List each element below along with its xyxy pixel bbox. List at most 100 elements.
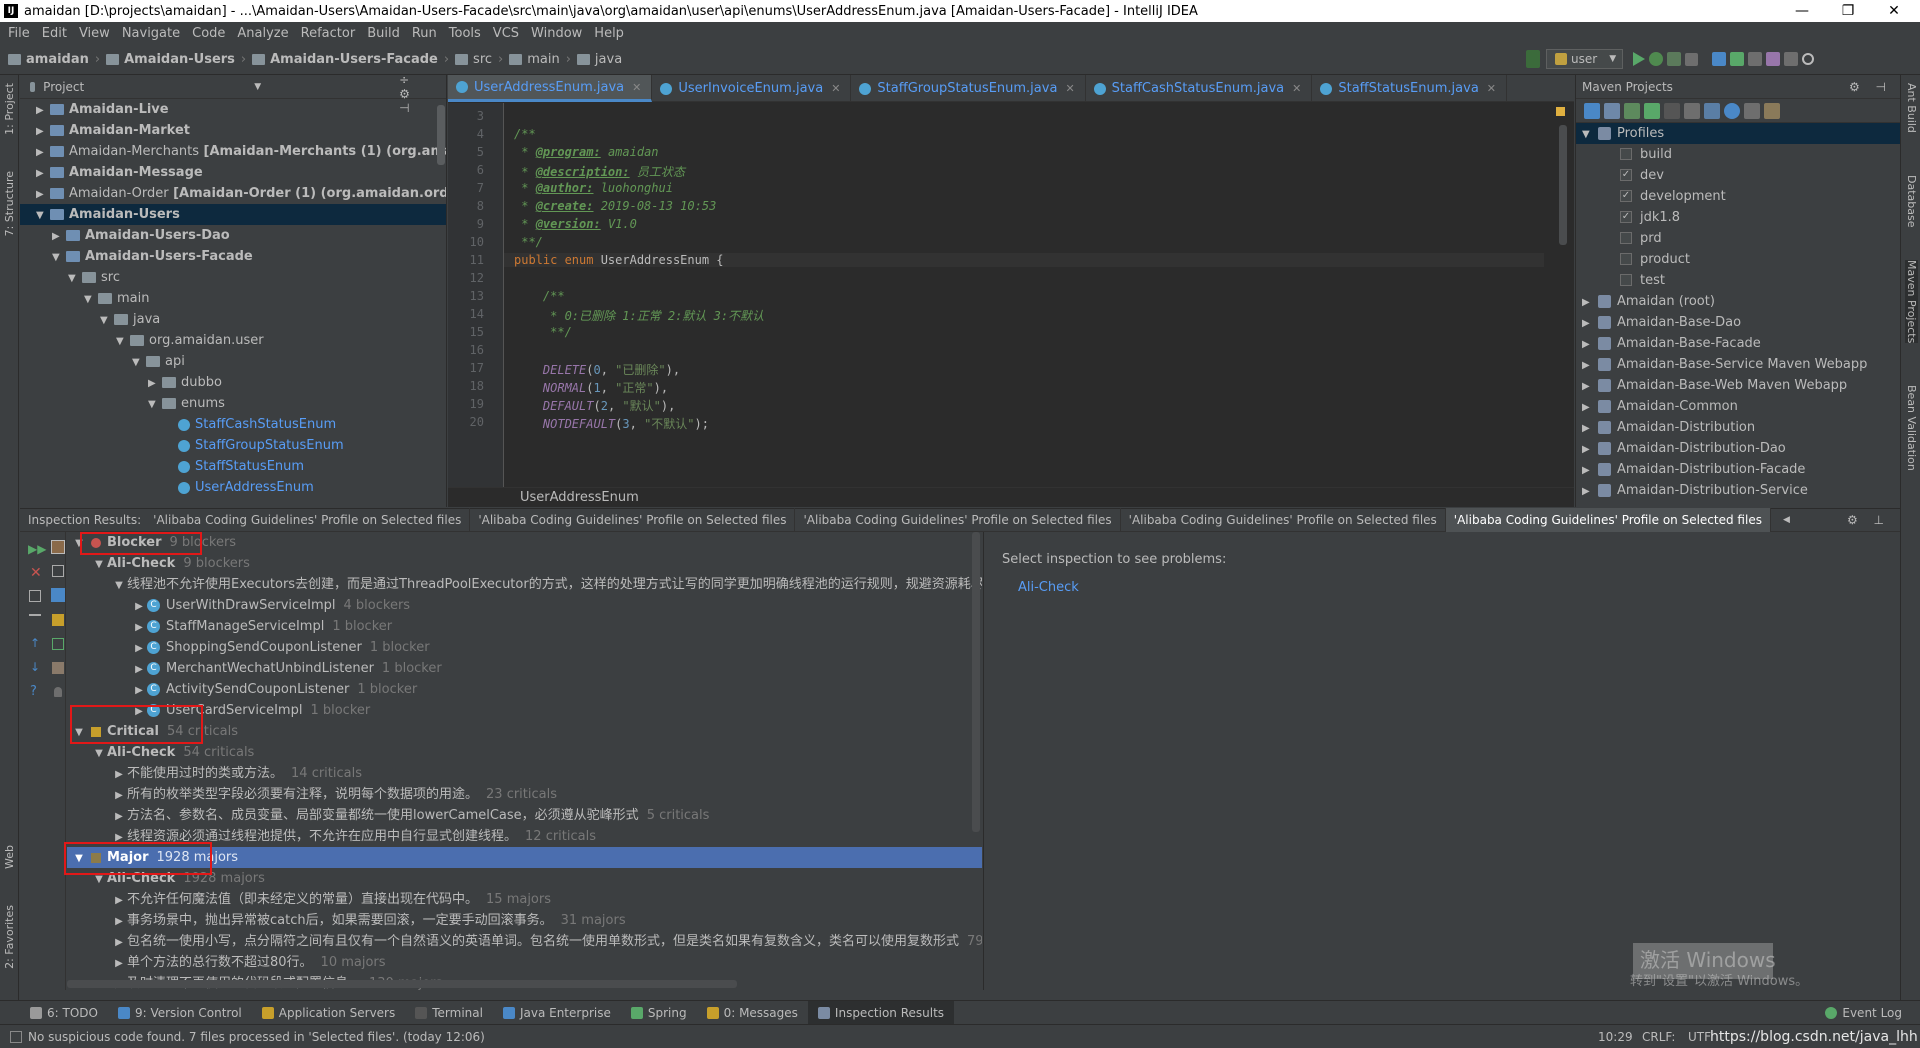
project-scrollbar[interactable] bbox=[437, 105, 445, 165]
export-icon[interactable] bbox=[52, 614, 64, 626]
collapsed-arrow-icon[interactable]: ▶ bbox=[1582, 334, 1598, 355]
event-log-tab[interactable]: Event Log bbox=[1815, 1001, 1912, 1025]
inspection-row[interactable]: ▶ C MerchantWechatUnbindListener 1 blocker bbox=[67, 658, 982, 679]
close-tab-icon[interactable]: ✕ bbox=[1065, 75, 1074, 102]
menu-code[interactable]: Code bbox=[186, 26, 231, 41]
maven-project-item[interactable]: ▶ Amaidan-Distribution bbox=[1576, 417, 1900, 438]
editor-scrollbar[interactable] bbox=[1559, 125, 1567, 245]
bottom-tab[interactable]: Java Enterprise bbox=[493, 1001, 621, 1025]
autoscroll-icon[interactable] bbox=[52, 638, 64, 650]
tab-database-vertical[interactable]: Database bbox=[1905, 175, 1918, 228]
maven-project-item[interactable]: ▶ Amaidan-Base-Facade bbox=[1576, 333, 1900, 354]
expanded-arrow-icon[interactable]: ▼ bbox=[91, 554, 107, 575]
inspection-row[interactable]: ▶ 所有的枚举类型字段必须要有注释，说明每个数据项的用途。 23 criticals bbox=[67, 784, 982, 805]
ali-check-link[interactable]: Ali-Check bbox=[1018, 580, 1079, 595]
maven-profile-item[interactable]: prd bbox=[1576, 228, 1900, 249]
bottom-tab[interactable]: Spring bbox=[621, 1001, 697, 1025]
inspection-settings-icon[interactable]: ⚙ ⊥ bbox=[1847, 513, 1890, 527]
bottom-tab[interactable]: Application Servers bbox=[252, 1001, 405, 1025]
vcs-commit-icon[interactable] bbox=[1730, 52, 1745, 66]
menu-file[interactable]: File bbox=[2, 26, 36, 41]
expanded-arrow-icon[interactable]: ▼ bbox=[148, 394, 162, 415]
collapsed-arrow-icon[interactable]: ▶ bbox=[131, 659, 147, 680]
maven-profiles-node[interactable]: ▼ Profiles bbox=[1576, 123, 1900, 144]
code-line[interactable]: * @description: 员工状态 bbox=[514, 163, 685, 180]
project-tree-item[interactable]: ▶ dubbo bbox=[20, 372, 446, 393]
maven-panel-settings-icon[interactable]: ⚙ ⊣ bbox=[1849, 80, 1892, 94]
inspection-row[interactable]: ▶ 不允许任何魔法值（即未经定义的常量）直接出现在代码中。 15 majors bbox=[67, 889, 982, 910]
code-line[interactable]: * 0:已删除 1:正常 2:默认 3:不默认 bbox=[514, 307, 764, 324]
edit-settings-icon[interactable] bbox=[52, 662, 64, 674]
project-tree-item[interactable]: ▶ Amaidan-Market bbox=[20, 120, 446, 141]
code-line[interactable]: /** bbox=[514, 289, 565, 303]
collapsed-arrow-icon[interactable]: ▶ bbox=[1582, 376, 1598, 397]
group-by-directory-icon[interactable] bbox=[52, 565, 64, 577]
minimize-button[interactable]: — bbox=[1780, 0, 1824, 22]
bottom-tab[interactable]: Terminal bbox=[405, 1001, 493, 1025]
breadcrumb-item[interactable]: src › bbox=[455, 52, 503, 67]
project-tree-item[interactable]: StaffCashStatusEnum bbox=[20, 414, 446, 435]
editor-tab[interactable]: StaffCashStatusEnum.java ✕ bbox=[1086, 75, 1313, 102]
maven-project-item[interactable]: ▶ Amaidan-Base-Dao bbox=[1576, 312, 1900, 333]
profile-checkbox[interactable]: ✓ bbox=[1620, 189, 1632, 202]
code-line[interactable]: DELETE(0, "已删除"), bbox=[514, 361, 680, 378]
close-tab-icon[interactable]: ✕ bbox=[1487, 75, 1496, 102]
collapsed-arrow-icon[interactable]: ▶ bbox=[36, 163, 50, 184]
inspection-row[interactable]: ▶ C ShoppingSendCouponListener 1 blocker bbox=[67, 637, 982, 658]
inspection-row[interactable]: ▼ Critical 54 criticals bbox=[67, 721, 982, 742]
bottom-tab[interactable]: 0: Messages bbox=[697, 1001, 808, 1025]
project-tree-item[interactable]: ▶ Amaidan-Merchants [Amaidan-Merchants (1… bbox=[20, 141, 446, 162]
code-line[interactable]: * @author: luohonghui bbox=[514, 181, 673, 195]
project-tree-item[interactable]: ▶ Amaidan-Live bbox=[20, 99, 446, 120]
maximize-button[interactable]: ❐ bbox=[1826, 0, 1870, 22]
menu-analyze[interactable]: Analyze bbox=[231, 26, 294, 41]
collapsed-arrow-icon[interactable]: ▶ bbox=[131, 617, 147, 638]
project-tree-item[interactable]: ▼ api bbox=[20, 351, 446, 372]
rerun-icon[interactable]: ▶▶ bbox=[28, 542, 46, 556]
bulb-icon[interactable] bbox=[54, 687, 62, 697]
inspection-row[interactable]: ▼ 线程池不允许使用Executors去创建，而是通过ThreadPoolExec… bbox=[67, 574, 982, 595]
code-line[interactable]: **/ bbox=[514, 235, 543, 249]
project-tree-item[interactable]: StaffGroupStatusEnum bbox=[20, 435, 446, 456]
breadcrumb-item[interactable]: Amaidan-Users-Facade › bbox=[252, 52, 449, 67]
profile-checkbox[interactable] bbox=[1620, 273, 1632, 286]
inspection-row[interactable]: ▶ 方法名、参数名、成员变量、局部变量都统一使用lowerCamelCase，必须… bbox=[67, 805, 982, 826]
editor-tab[interactable]: StaffGroupStatusEnum.java ✕ bbox=[851, 75, 1086, 102]
breadcrumb-item[interactable]: main › bbox=[509, 52, 571, 67]
tab-ant-build-vertical[interactable]: Ant Build bbox=[1905, 83, 1918, 133]
expanded-arrow-icon[interactable]: ▼ bbox=[1582, 124, 1598, 145]
collapsed-arrow-icon[interactable]: ▶ bbox=[131, 638, 147, 659]
collapsed-arrow-icon[interactable]: ▶ bbox=[1582, 397, 1598, 418]
add-icon[interactable] bbox=[1644, 102, 1660, 119]
inspection-row[interactable]: ▶ C UserWithDrawServiceImpl 4 blockers bbox=[67, 595, 982, 616]
menu-window[interactable]: Window bbox=[525, 26, 588, 41]
inspection-row[interactable]: ▶ C StaffManageServiceImpl 1 blocker bbox=[67, 616, 982, 637]
collapsed-arrow-icon[interactable]: ▶ bbox=[1582, 418, 1598, 439]
maven-profile-item[interactable]: ✓ jdk1.8 bbox=[1576, 207, 1900, 228]
maven-project-item[interactable]: ▶ Amaidan-Common bbox=[1576, 396, 1900, 417]
project-tree-item[interactable]: ▼ main bbox=[20, 288, 446, 309]
maven-project-item[interactable]: ▶ Amaidan-Distribution-Dao bbox=[1576, 438, 1900, 459]
build-hammer-icon[interactable] bbox=[1526, 50, 1540, 68]
skip-tests-icon[interactable] bbox=[1724, 102, 1740, 119]
vcs-compare-icon[interactable] bbox=[1748, 52, 1763, 66]
inspection-tab[interactable]: 'Alibaba Coding Guidelines' Profile on S… bbox=[1445, 508, 1771, 532]
project-tree-item[interactable]: ▼ src bbox=[20, 267, 446, 288]
project-tree-item[interactable]: ▶ Amaidan-Users-Dao bbox=[20, 225, 446, 246]
tab-structure-vertical[interactable]: 7: Structure bbox=[3, 171, 16, 236]
project-tree-item[interactable]: ▼ Amaidan-Users bbox=[20, 204, 446, 225]
project-tree-item[interactable]: ▼ enums bbox=[20, 393, 446, 414]
profile-checkbox[interactable]: ✓ bbox=[1620, 210, 1632, 223]
breadcrumb-item[interactable]: Amaidan-Users › bbox=[106, 52, 246, 67]
maven-profile-item[interactable]: product bbox=[1576, 249, 1900, 270]
collapsed-arrow-icon[interactable]: ▶ bbox=[148, 373, 162, 394]
menu-edit[interactable]: Edit bbox=[36, 26, 73, 41]
collapsed-arrow-icon[interactable]: ▶ bbox=[111, 932, 127, 953]
inspection-row[interactable]: ▼ Ali-Check 54 criticals bbox=[67, 742, 982, 763]
collapsed-arrow-icon[interactable]: ▶ bbox=[1582, 481, 1598, 502]
project-panel-title[interactable]: Project bbox=[43, 80, 84, 94]
collapsed-arrow-icon[interactable]: ▶ bbox=[1582, 313, 1598, 334]
expanded-arrow-icon[interactable]: ▼ bbox=[116, 331, 130, 352]
run-icon[interactable] bbox=[1633, 52, 1646, 66]
coverage-icon[interactable] bbox=[1667, 52, 1682, 66]
